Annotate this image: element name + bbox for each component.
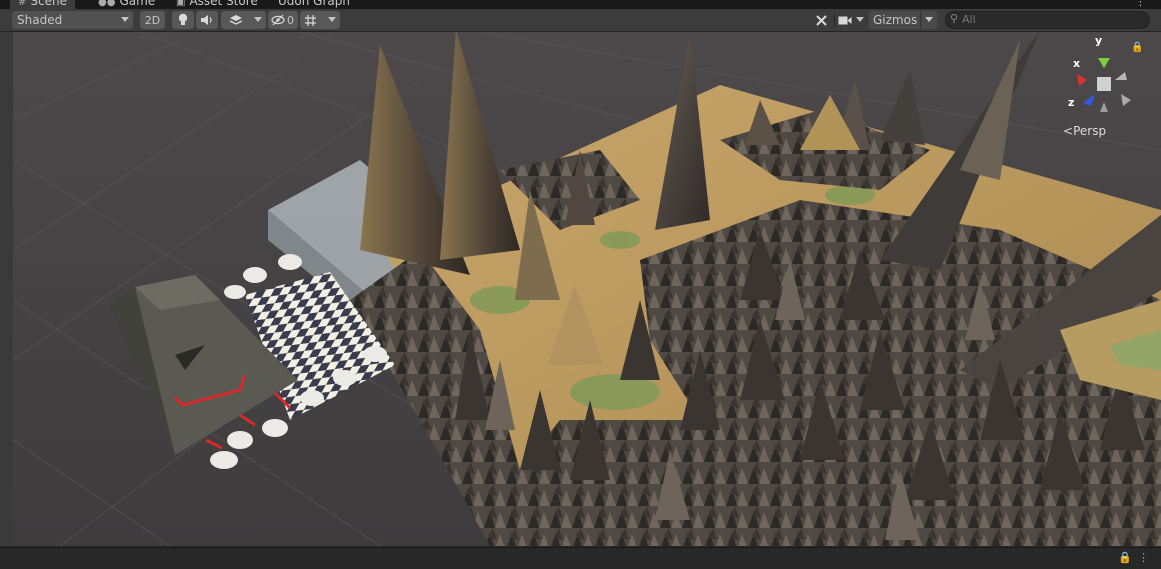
search-icon: ⚲ [950, 12, 959, 25]
tab-asset-store-label: Asset Store [189, 0, 258, 8]
hidden-count: 0 [287, 13, 294, 27]
axis-z-cone[interactable] [1083, 94, 1095, 106]
search-input[interactable]: ⚲ All [945, 11, 1150, 29]
tab-bar: # Scene ●● Game ▣ Asset Store Udon Graph ⋮ [0, 0, 1161, 9]
eye-hidden-icon [271, 14, 285, 26]
tab-udon-graph-label: Udon Graph [278, 0, 350, 8]
gamepad-icon: ●● [98, 0, 116, 8]
hidden-objects-toggle[interactable]: 0 [268, 11, 298, 29]
chevron-down-icon [328, 17, 336, 22]
chevron-down-icon [925, 17, 933, 22]
tab-udon-graph[interactable]: Udon Graph [278, 0, 350, 9]
axis-y-label: y [1095, 34, 1103, 47]
toolbar-divider [834, 12, 835, 28]
lighting-toggle-button[interactable] [172, 11, 194, 29]
lightbulb-icon [178, 13, 188, 25]
projection-label: Persp [1073, 124, 1107, 138]
tab-game-label: Game [119, 0, 156, 8]
tab-scene-label: Scene [30, 0, 67, 8]
axis-x-label: x [1073, 57, 1081, 70]
chevron-down-icon [254, 17, 262, 22]
tools-icon [815, 14, 827, 26]
projection-toggle[interactable]: <Persp [1063, 124, 1106, 138]
axis-neg-x-cone[interactable] [1121, 94, 1131, 106]
kebab-menu-icon[interactable]: ⋮ [1138, 551, 1149, 564]
layers-icon [229, 15, 242, 25]
tools-button[interactable] [810, 11, 832, 29]
lock-icon[interactable]: 🔒 [1131, 42, 1143, 53]
camera-icon [838, 16, 852, 24]
axis-x-cone[interactable] [1077, 74, 1087, 86]
gizmos-dropdown[interactable]: Gizmos [869, 11, 937, 29]
gizmo-center-cube[interactable] [1097, 77, 1111, 91]
tab-asset-store[interactable]: ▣ Asset Store [176, 0, 258, 9]
axis-z-label: z [1068, 96, 1075, 109]
search-placeholder: All [962, 13, 976, 26]
status-bar: 🔒 ⋮ [0, 547, 1161, 569]
scene-viewport[interactable]: y x z <Persp 🔒 [13, 32, 1161, 546]
chevron-left-icon: < [1063, 124, 1074, 138]
left-panel-edge [0, 32, 14, 546]
grid-icon [305, 14, 316, 26]
gizmos-split-divider [920, 11, 921, 29]
tab-scene[interactable]: # Scene [10, 0, 75, 9]
kebab-menu-icon[interactable]: ⋮ [1135, 0, 1146, 8]
store-icon: ▣ [176, 0, 186, 8]
hash-icon: # [18, 0, 27, 8]
gizmos-label: Gizmos [873, 13, 918, 27]
axis-y-cone[interactable] [1098, 58, 1110, 68]
effects-dropdown[interactable] [221, 11, 266, 29]
scene-render [13, 32, 1161, 546]
chevron-down-icon [121, 17, 129, 22]
toggle-2d-button[interactable]: 2D [140, 11, 165, 29]
shading-mode-dropdown[interactable]: Shaded [12, 11, 133, 29]
scene-toolbar: Shaded 2D 0 Gizmos ⚲ All [0, 9, 1161, 32]
chevron-down-icon [856, 17, 864, 22]
axis-neg-z-cone[interactable] [1115, 72, 1127, 80]
toggle-2d-label: 2D [144, 13, 161, 27]
lock-icon[interactable]: 🔒 [1118, 551, 1132, 564]
shading-mode-value: Shaded [17, 13, 63, 27]
camera-dropdown[interactable] [838, 11, 868, 29]
audio-toggle-button[interactable] [196, 11, 218, 29]
axis-neg-y-cone[interactable] [1100, 102, 1108, 112]
tab-game[interactable]: ●● Game [98, 0, 155, 9]
speaker-icon [201, 15, 212, 25]
grid-dropdown[interactable] [300, 11, 340, 29]
